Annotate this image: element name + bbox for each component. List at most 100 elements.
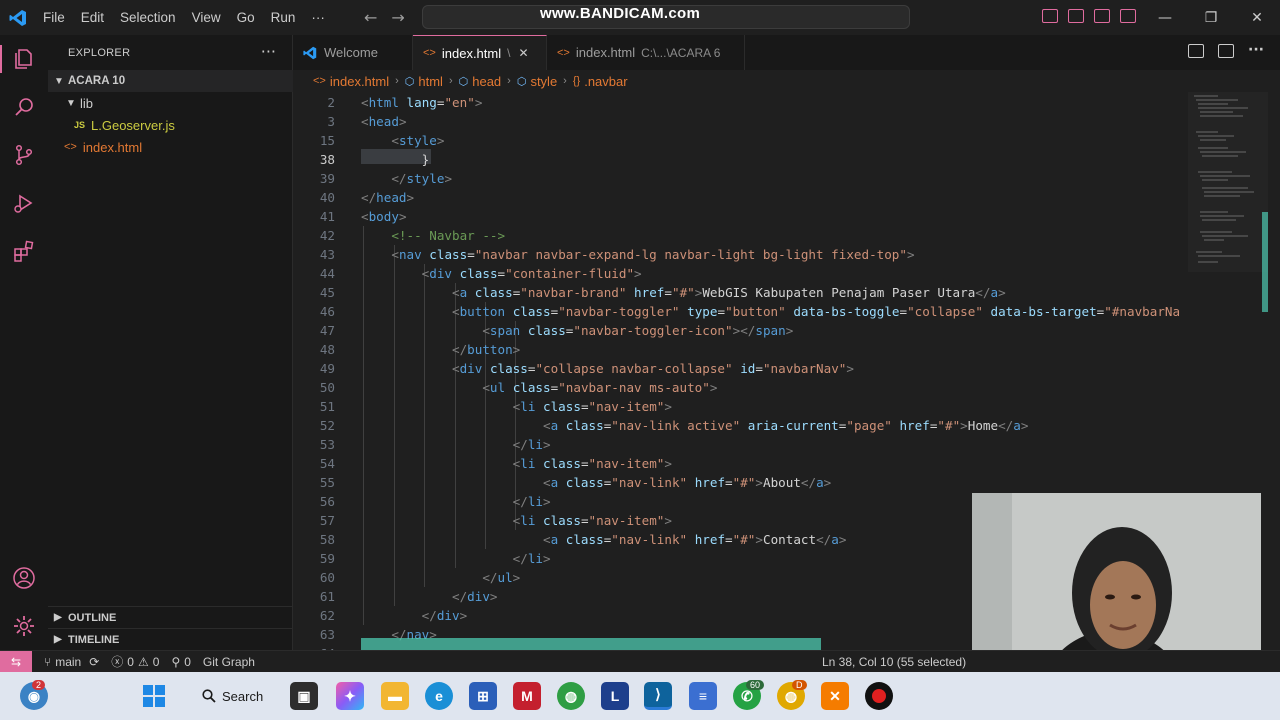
tree-item-index-html[interactable]: <> index.html bbox=[48, 136, 293, 158]
close-tab-icon[interactable]: ✕ bbox=[518, 46, 528, 60]
git-graph-button[interactable]: Git Graph bbox=[203, 655, 255, 669]
menu-run[interactable]: Run bbox=[263, 10, 304, 25]
taskbar-search[interactable]: Search bbox=[192, 682, 274, 710]
branch-indicator[interactable]: ⑂ main ⟳ bbox=[44, 655, 99, 669]
code-line[interactable]: 44 <div class="container-fluid"> bbox=[293, 264, 1280, 283]
windows-start-icon[interactable] bbox=[142, 684, 166, 708]
tab-index-html-active[interactable]: <> index.html \ ✕ bbox=[413, 35, 547, 70]
menu-selection[interactable]: Selection bbox=[112, 10, 184, 25]
open-preview-icon[interactable] bbox=[1188, 44, 1205, 58]
manage-gear-icon[interactable] bbox=[12, 614, 36, 638]
edge-icon[interactable]: e bbox=[425, 682, 453, 710]
horizontal-scrollbar[interactable] bbox=[361, 638, 821, 650]
html-file-icon: <> bbox=[423, 47, 436, 59]
code-line[interactable]: 54 <li class="nav-item"> bbox=[293, 454, 1280, 473]
source-control-icon[interactable] bbox=[12, 143, 36, 167]
notification-badge: 2 bbox=[32, 680, 46, 690]
code-line[interactable]: 46 <button class="navbar-toggler" type="… bbox=[293, 302, 1280, 321]
code-line[interactable]: 41 <body> bbox=[293, 207, 1280, 226]
breadcrumb-item[interactable]: style bbox=[530, 74, 557, 89]
menu-more[interactable]: ··· bbox=[303, 10, 333, 25]
xampp-icon[interactable]: ✕ bbox=[821, 682, 849, 710]
tab-description: \ bbox=[507, 46, 511, 60]
toggle-panel-icon[interactable] bbox=[1068, 9, 1084, 23]
code-line[interactable]: 45 <a class="navbar-brand" href="#">WebG… bbox=[293, 283, 1280, 302]
code-text: <style> bbox=[391, 133, 445, 148]
tree-item-lib[interactable]: ▼ lib bbox=[48, 92, 293, 114]
line-number: 15 bbox=[319, 133, 335, 148]
ports-indicator[interactable]: ⚲ 0 bbox=[171, 655, 190, 669]
menu-go[interactable]: Go bbox=[229, 10, 263, 25]
code-line[interactable]: 48 </button> bbox=[293, 340, 1280, 359]
breadcrumb-item[interactable]: html bbox=[418, 74, 443, 89]
code-text: <li class="nav-item"> bbox=[512, 399, 672, 414]
breadcrumb-item[interactable]: index.html bbox=[330, 74, 389, 89]
forward-arrow-icon[interactable]: → bbox=[391, 8, 404, 27]
tab-welcome[interactable]: Welcome bbox=[293, 35, 413, 70]
code-line[interactable]: 42 <!-- Navbar --> bbox=[293, 226, 1280, 245]
tree-item-geoserver-js[interactable]: JS L.Geoserver.js bbox=[48, 114, 293, 136]
symbol-icon: ⬡ bbox=[404, 75, 415, 88]
search-label: Search bbox=[222, 688, 264, 704]
tab-label: Welcome bbox=[324, 45, 378, 60]
store-icon[interactable]: ⊞ bbox=[469, 682, 497, 710]
code-line[interactable]: 15 <style> bbox=[293, 131, 1280, 150]
sync-icon[interactable]: ⟳ bbox=[89, 655, 99, 669]
breadcrumb-item[interactable]: head bbox=[472, 74, 501, 89]
toggle-primary-sidebar-icon[interactable] bbox=[1042, 9, 1058, 23]
code-line[interactable]: 3 <head> bbox=[293, 112, 1280, 131]
file-explorer-icon[interactable]: ▬ bbox=[381, 682, 409, 710]
mcafee-icon[interactable]: M bbox=[513, 682, 541, 710]
window-controls: — ❐ ✕ bbox=[1142, 0, 1280, 35]
code-line[interactable]: 52 <a class="nav-link active" aria-curre… bbox=[293, 416, 1280, 435]
customize-layout-icon[interactable] bbox=[1120, 9, 1136, 23]
menu-edit[interactable]: Edit bbox=[73, 10, 112, 25]
breadcrumb-item[interactable]: .navbar bbox=[584, 74, 627, 89]
task-view-icon[interactable]: ▣ bbox=[290, 682, 318, 710]
code-line[interactable]: 49 <div class="collapse navbar-collapse"… bbox=[293, 359, 1280, 378]
close-window-icon[interactable]: ✕ bbox=[1234, 0, 1280, 35]
bandicam-record-icon[interactable] bbox=[865, 682, 893, 710]
code-line[interactable]: 55 <a class="nav-link" href="#">About</a… bbox=[293, 473, 1280, 492]
code-line[interactable]: 39 </style> bbox=[293, 169, 1280, 188]
ports-icon: ⚲ bbox=[171, 654, 181, 669]
accounts-icon[interactable] bbox=[12, 566, 36, 590]
code-line[interactable]: 40 </head> bbox=[293, 188, 1280, 207]
code-line[interactable]: 50 <ul class="navbar-nav ms-auto"> bbox=[293, 378, 1280, 397]
minimize-icon[interactable]: — bbox=[1142, 0, 1188, 35]
problems-indicator[interactable]: ⓧ 0 ⚠ 0 bbox=[111, 653, 159, 670]
cursor-position[interactable]: Ln 38, Col 10 (55 selected) bbox=[822, 655, 966, 669]
extensions-icon[interactable] bbox=[12, 239, 36, 263]
workspace-folder[interactable]: ▼ ACARA 10 bbox=[48, 70, 293, 92]
code-line[interactable]: 2 <html lang="en"> bbox=[293, 93, 1280, 112]
code-line[interactable]: 51 <li class="nav-item"> bbox=[293, 397, 1280, 416]
line-number: 56 bbox=[319, 494, 335, 509]
explorer-icon[interactable] bbox=[12, 47, 36, 71]
menu-file[interactable]: File bbox=[35, 10, 73, 25]
code-line[interactable]: 43 <nav class="navbar navbar-expand-lg n… bbox=[293, 245, 1280, 264]
restore-icon[interactable]: ❐ bbox=[1188, 0, 1234, 35]
more-actions-icon[interactable]: ··· bbox=[1248, 43, 1264, 58]
code-text: <div class="container-fluid"> bbox=[421, 266, 642, 281]
menu-view[interactable]: View bbox=[184, 10, 229, 25]
line-number: 59 bbox=[319, 551, 335, 566]
chrome-icon[interactable]: ◍ bbox=[557, 682, 585, 710]
tab-index-html-acara6[interactable]: <> index.html C:\...\ACARA 6 bbox=[547, 35, 745, 70]
timeline-section[interactable]: ▶ TIMELINE bbox=[48, 628, 293, 650]
search-icon[interactable] bbox=[12, 95, 36, 119]
remote-indicator-icon[interactable]: ⇆ bbox=[0, 650, 32, 673]
code-line[interactable]: 47 <span class="navbar-toggler-icon"></s… bbox=[293, 321, 1280, 340]
notepad-icon[interactable]: ≡ bbox=[689, 682, 717, 710]
explorer-more-actions[interactable]: ··· bbox=[261, 42, 276, 61]
code-line[interactable]: 38 } bbox=[293, 150, 1280, 169]
run-debug-icon[interactable] bbox=[12, 191, 36, 215]
lync-l-icon[interactable]: L bbox=[601, 682, 629, 710]
vscode-taskbar-icon[interactable]: ⟩ bbox=[644, 682, 672, 710]
code-line[interactable]: 53 </li> bbox=[293, 435, 1280, 454]
split-editor-icon[interactable] bbox=[1218, 44, 1235, 58]
outline-section[interactable]: ▶ OUTLINE bbox=[48, 606, 293, 628]
line-number: 41 bbox=[319, 209, 335, 224]
toggle-secondary-sidebar-icon[interactable] bbox=[1094, 9, 1110, 23]
back-arrow-icon[interactable]: ← bbox=[364, 8, 377, 27]
copilot-icon[interactable]: ✦ bbox=[336, 682, 364, 710]
